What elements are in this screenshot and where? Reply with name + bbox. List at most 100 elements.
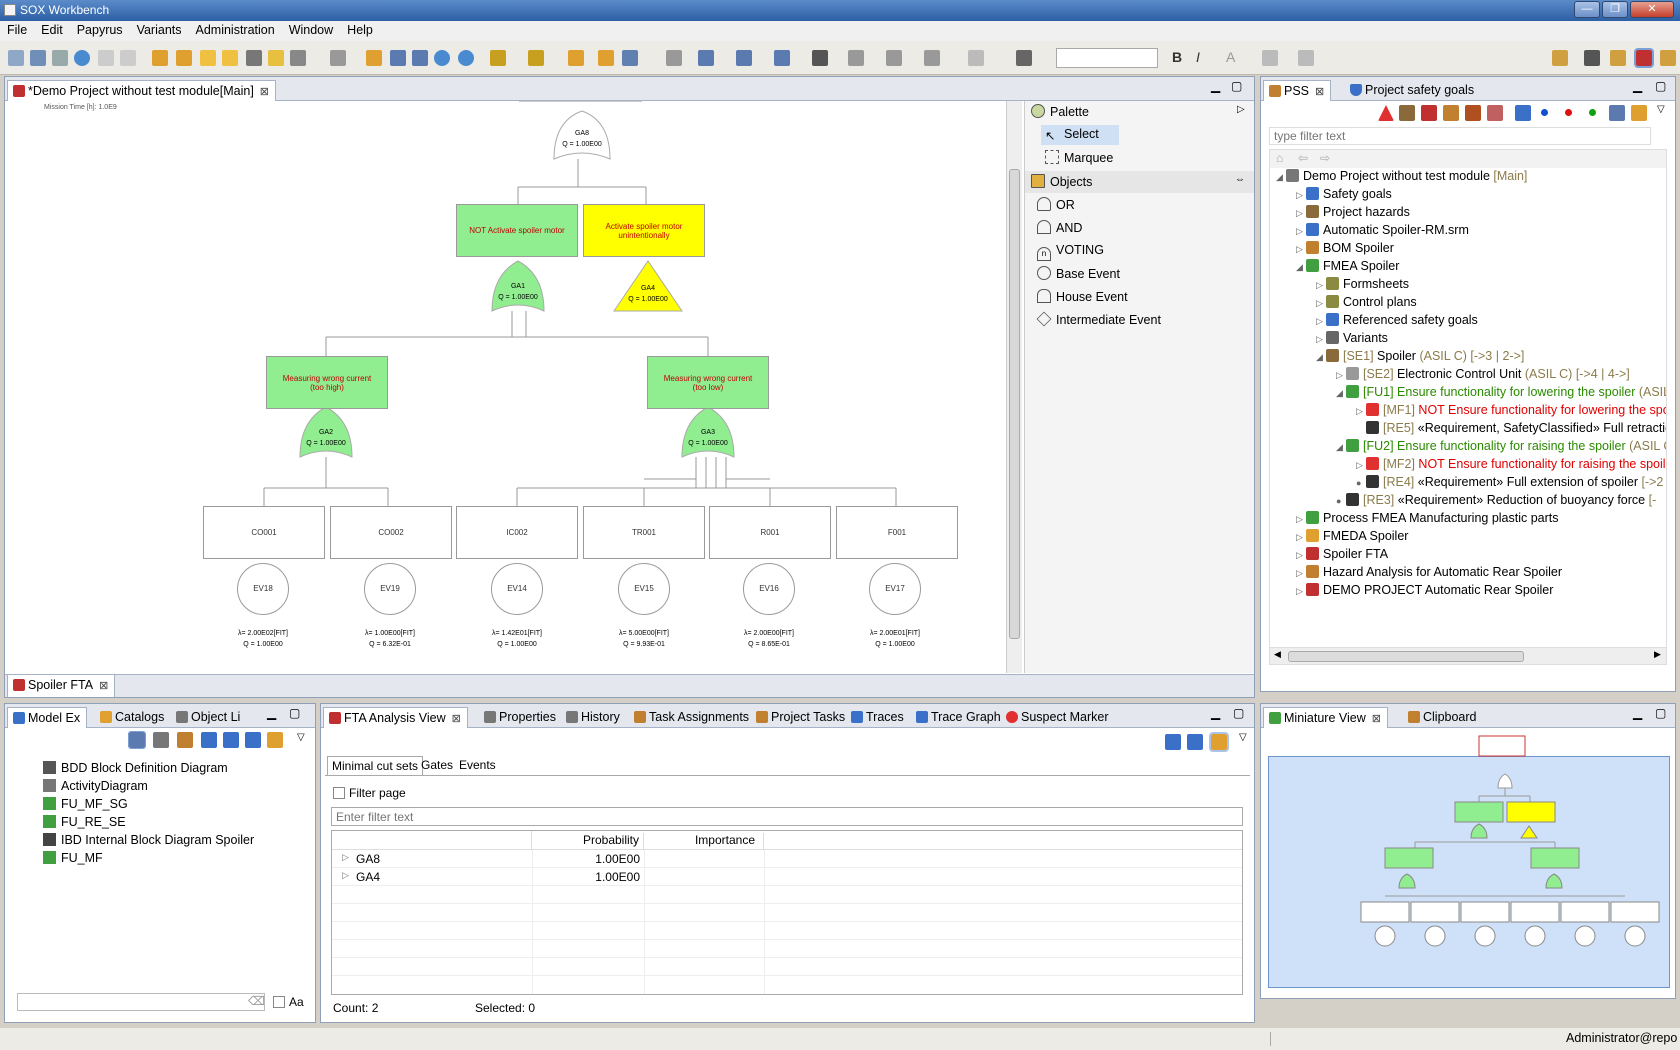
expand-all-icon[interactable] — [1165, 734, 1181, 750]
menu-administration[interactable]: Administration — [189, 21, 282, 37]
tree-item-fmea-spoiler[interactable]: ◢ FMEA Spoiler — [1296, 257, 1399, 275]
sync-icon[interactable] — [1209, 732, 1229, 752]
view-menu-icon[interactable]: ▽ — [1239, 732, 1247, 743]
scroll-left-icon[interactable]: ◀ — [1274, 649, 1281, 660]
close-icon[interactable]: ⊠ — [99, 680, 108, 692]
model-search-input[interactable]: ⌫ — [17, 993, 265, 1011]
hand-icon[interactable] — [848, 50, 864, 66]
undo-icon[interactable] — [98, 50, 114, 66]
basic-event-f001[interactable]: F001 — [836, 506, 958, 559]
minimize-icon[interactable]: ▁ — [1211, 79, 1220, 93]
perspective-fta-icon[interactable] — [1634, 48, 1654, 68]
arrow-right-icon[interactable] — [622, 50, 638, 66]
palette-base-event[interactable]: Base Event — [1037, 266, 1120, 281]
close-icon[interactable]: ⊠ — [1372, 713, 1381, 725]
tree-item-safety-goals[interactable]: ▷ Safety goals — [1296, 185, 1392, 203]
menu-file[interactable]: File — [0, 21, 34, 37]
shield-icon[interactable] — [1515, 105, 1531, 121]
folder-icon[interactable] — [366, 50, 382, 66]
tab-project-safety-goals[interactable]: Project safety goals — [1345, 80, 1480, 101]
pss-filter-input[interactable] — [1269, 127, 1651, 145]
link-icon[interactable] — [246, 50, 262, 66]
palette-select[interactable]: ↖ Select — [1041, 125, 1119, 145]
tree-item-referenced-safety-goals[interactable]: ▷ Referenced safety goals — [1316, 311, 1478, 329]
tab-trace-graph[interactable]: Trace Graph — [911, 707, 1007, 728]
redo-icon[interactable] — [120, 50, 136, 66]
header-importance[interactable]: Importance — [644, 833, 764, 850]
circle-ev18[interactable]: EV18 — [237, 563, 289, 615]
tree-item-hazard-analysis[interactable]: ▷ Hazard Analysis for Automatic Rear Spoi… — [1296, 563, 1562, 581]
hazard-icon[interactable] — [1399, 105, 1415, 121]
forward-icon[interactable]: ⇨ — [1320, 151, 1330, 165]
select-all-icon[interactable] — [698, 50, 714, 66]
view-menu-icon[interactable]: ▽ — [1657, 104, 1665, 115]
clipboard-icon[interactable] — [568, 50, 584, 66]
palette-or[interactable]: OR — [1037, 197, 1075, 212]
list-item[interactable]: ActivityDiagram — [43, 778, 148, 795]
match-case-checkbox[interactable] — [273, 996, 285, 1008]
new-icon[interactable] — [8, 50, 24, 66]
italic-icon[interactable]: I — [1196, 49, 1200, 65]
tree-item-spoiler-rm[interactable]: ▷ Automatic Spoiler-RM.srm — [1296, 221, 1469, 239]
tree-item-re5[interactable]: [RE5] «Requirement, SafetyClassified» Fu… — [1356, 419, 1666, 437]
collapse-all-icon[interactable] — [245, 732, 261, 748]
font-color-icon[interactable]: A — [1226, 49, 1235, 65]
collapse-all-icon[interactable] — [1609, 105, 1625, 121]
tab-miniature-view[interactable]: Miniature View ⊠ — [1263, 707, 1388, 728]
route-icon[interactable] — [886, 50, 902, 66]
tab-clipboard[interactable]: Clipboard — [1403, 707, 1483, 728]
circle-ev15[interactable]: EV15 — [618, 563, 670, 615]
report-icon[interactable] — [490, 50, 506, 66]
basic-event-co001[interactable]: CO001 — [203, 506, 325, 559]
sync-icon[interactable] — [598, 50, 614, 66]
event-measuring-too-high[interactable]: Measuring wrong current (too high) — [266, 356, 388, 409]
header-probability[interactable]: Probability — [532, 833, 644, 850]
save-icon[interactable] — [30, 50, 46, 66]
drawer-pin-icon[interactable]: ⇔ — [1235, 174, 1245, 185]
subtab-events[interactable]: Events — [455, 756, 500, 774]
filter-page-checkbox[interactable] — [333, 787, 345, 799]
palette-marquee[interactable]: Marquee — [1041, 148, 1117, 167]
tools-icon[interactable] — [1465, 105, 1481, 121]
tree-item-re4[interactable]: ● [RE4] «Requirement» Full extension of s… — [1356, 473, 1663, 491]
palette-title[interactable]: Palette — [1031, 104, 1089, 119]
filter-icon[interactable] — [268, 50, 284, 66]
arrange-icon[interactable] — [736, 50, 752, 66]
tree-item-variants[interactable]: ▷ Variants — [1316, 329, 1388, 347]
doc-icon[interactable] — [1487, 105, 1503, 121]
tree-item-se2[interactable]: ▷ [SE2] Electronic Control Unit (ASIL C) … — [1336, 365, 1630, 383]
basic-event-r001[interactable]: R001 — [709, 506, 831, 559]
table-icon[interactable] — [390, 50, 406, 66]
tree-item-mf2[interactable]: ▷ [MF2] NOT Ensure functionality for rais… — [1356, 455, 1666, 473]
expand-all-icon[interactable] — [223, 732, 239, 748]
tree-item-formsheets[interactable]: ▷ Formsheets — [1316, 275, 1409, 293]
tree-item-fmeda[interactable]: ▷ FMEDA Spoiler — [1296, 527, 1408, 545]
tree-item-control-plans[interactable]: ▷ Control plans — [1316, 293, 1417, 311]
tag-icon[interactable] — [177, 732, 193, 748]
blue-dot-icon[interactable] — [1541, 109, 1548, 116]
table-row[interactable]: ▷ GA8 1.00E00 — [332, 850, 1242, 868]
component-icon[interactable] — [1443, 105, 1459, 121]
fill-color-icon[interactable] — [1262, 50, 1278, 66]
tab-catalogs[interactable]: Catalogs — [95, 707, 170, 728]
copy-icon[interactable] — [666, 50, 682, 66]
tree-item-se1[interactable]: ◢ [SE1] Spoiler (ASIL C) [->3 | 2->] — [1316, 347, 1524, 365]
view-menu-icon[interactable]: ▽ — [297, 732, 305, 743]
print-icon[interactable] — [52, 50, 68, 66]
palette-house-event[interactable]: House Event — [1037, 289, 1128, 304]
minimize-icon[interactable]: ▁ — [267, 706, 276, 720]
basic-event-ic002[interactable]: IC002 — [456, 506, 578, 559]
minimize-icon[interactable]: ▁ — [1633, 79, 1642, 93]
home-icon[interactable]: ⌂ — [1276, 151, 1283, 165]
perspective-1-icon[interactable] — [1584, 50, 1600, 66]
close-button[interactable]: ✕ — [1630, 1, 1674, 18]
maximize-icon[interactable]: ▢ — [289, 706, 300, 720]
close-icon[interactable]: ⊠ — [1315, 86, 1324, 98]
red-dot-icon[interactable] — [1565, 109, 1572, 116]
perspective-3-icon[interactable] — [1660, 50, 1676, 66]
collapse-all-icon[interactable] — [1187, 734, 1203, 750]
expand-icon[interactable]: ▷ — [342, 870, 349, 881]
menu-variants[interactable]: Variants — [130, 21, 189, 37]
subtab-minimal-cut-sets[interactable]: Minimal cut sets — [327, 756, 424, 775]
tree-item-demo-project[interactable]: ▷ DEMO PROJECT Automatic Rear Spoiler — [1296, 581, 1553, 599]
